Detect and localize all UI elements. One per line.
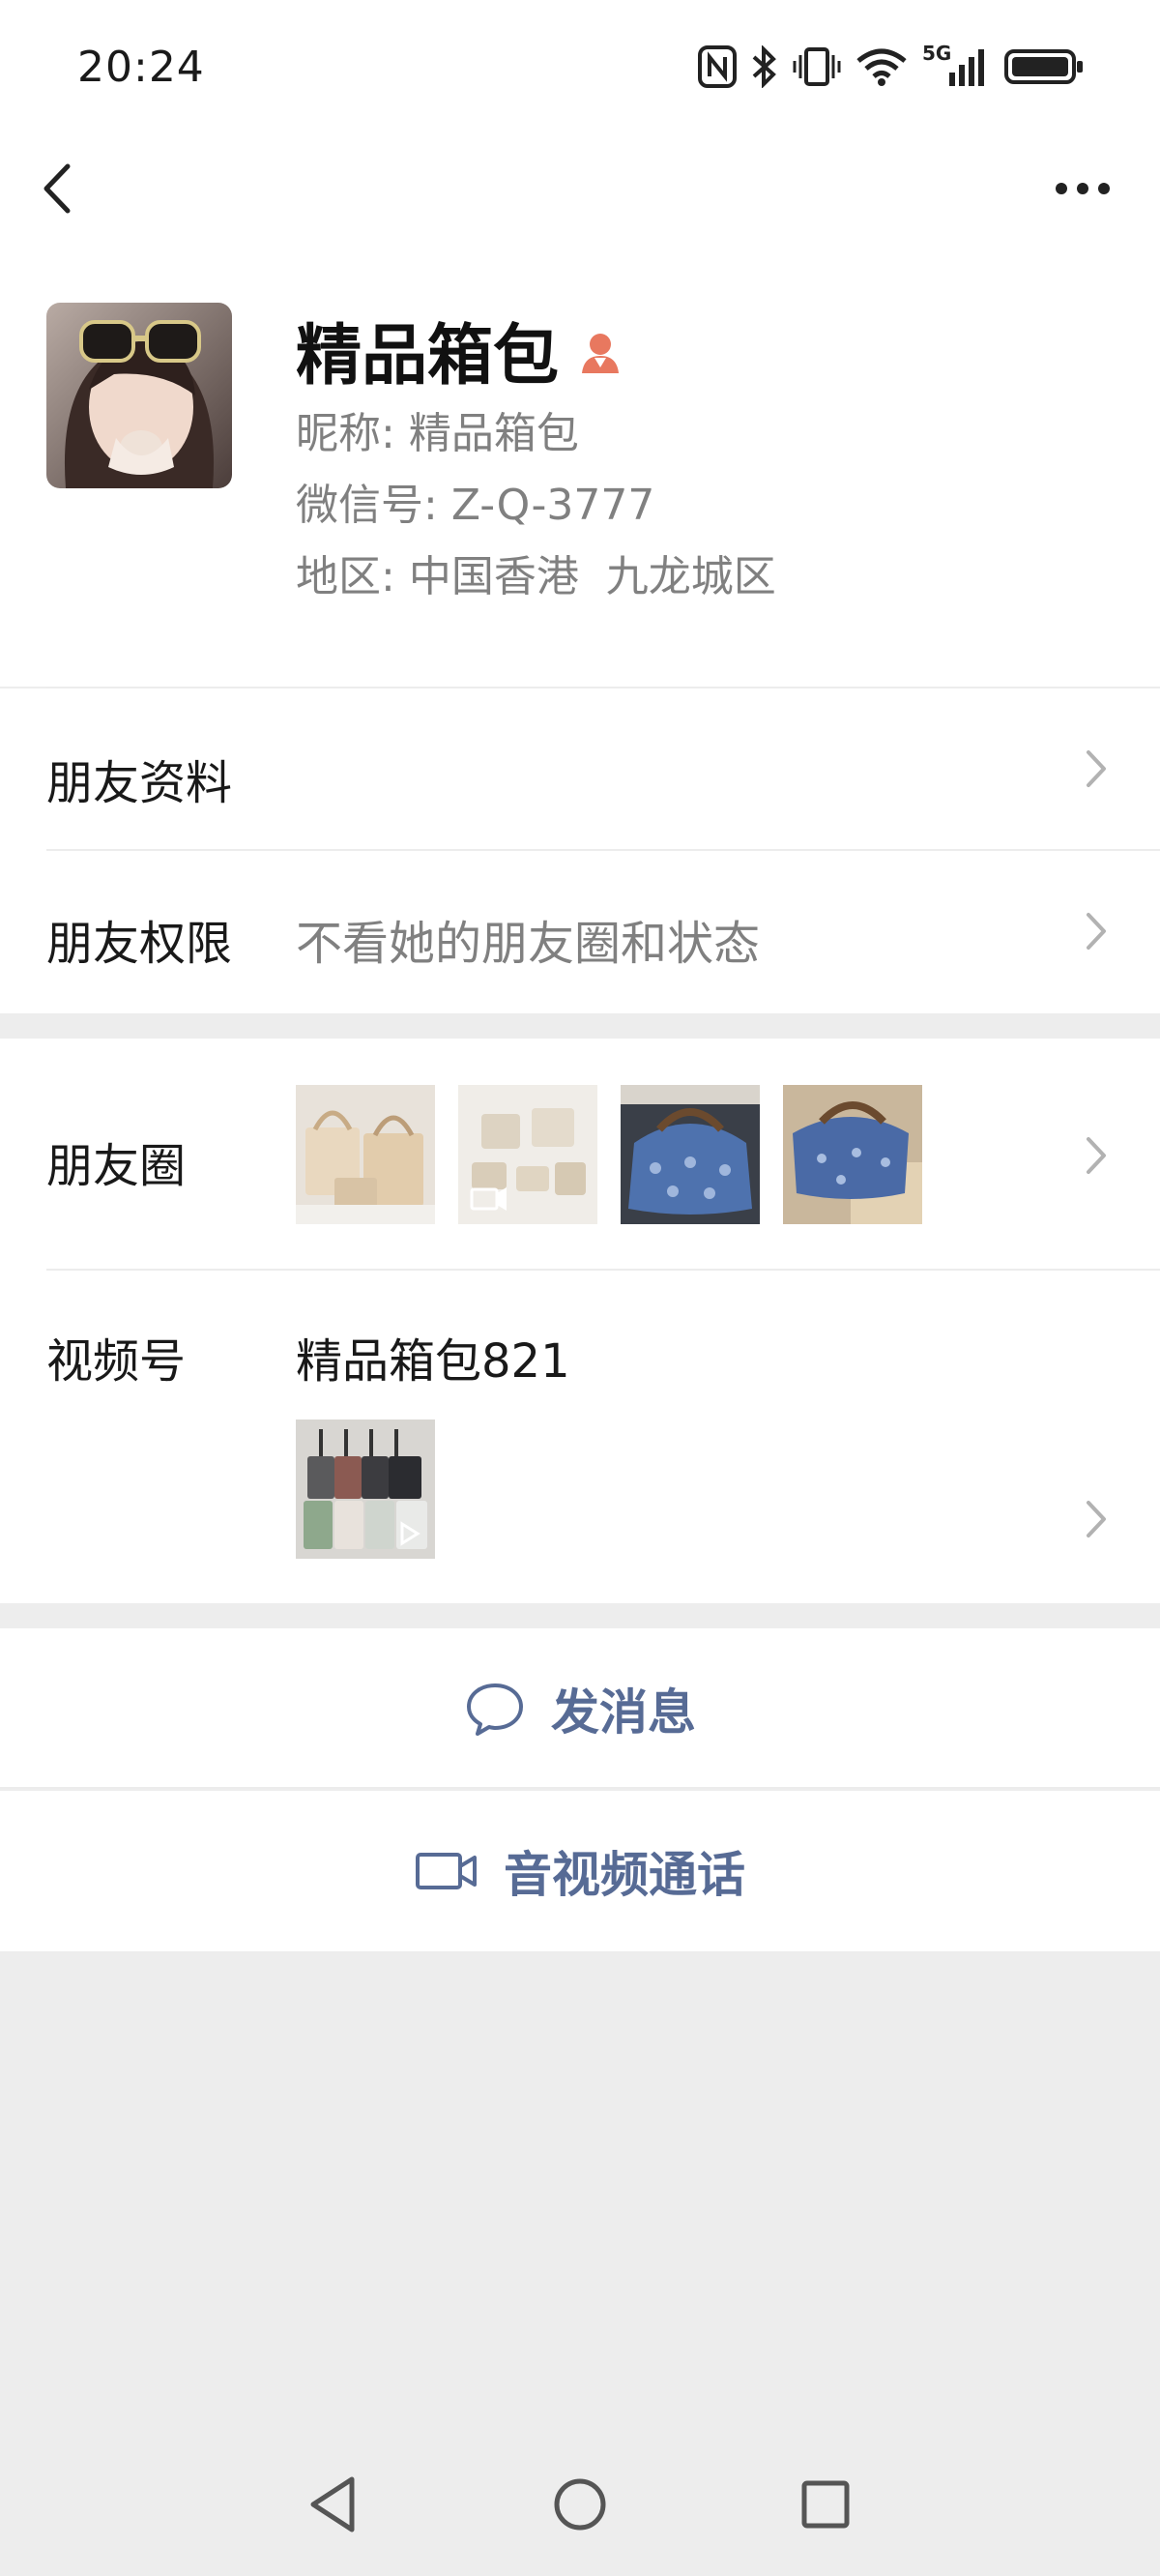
nfc-icon	[698, 45, 737, 88]
triangle-back-icon	[310, 2476, 355, 2532]
chevron-right-icon	[1087, 1501, 1106, 1537]
chevron-right-icon	[1087, 750, 1106, 787]
chevron-left-icon	[44, 163, 71, 214]
friend-permission-row[interactable]: 朋友权限 不看她的朋友圈和状态	[0, 851, 1160, 1013]
square-recents-icon	[801, 2480, 850, 2529]
chevron-right-icon	[1087, 1137, 1106, 1174]
send-message-button[interactable]: 发消息	[0, 1628, 1160, 1789]
more-button[interactable]	[1044, 155, 1121, 222]
chevron-right-icon	[1087, 913, 1106, 950]
friend-info-label: 朋友资料	[46, 756, 233, 810]
profile-name-row: 精品箱包	[296, 302, 624, 397]
channels-label: 视频号	[46, 1334, 187, 1389]
channels-thumbnail	[296, 1420, 435, 1559]
region-label: 地区:	[296, 552, 395, 601]
profile-name: 精品箱包	[296, 318, 560, 395]
avatar[interactable]	[46, 303, 232, 488]
moments-label: 朋友圈	[46, 1139, 187, 1193]
region-value: 中国香港 九龙城区	[408, 552, 776, 601]
channels-name: 精品箱包821	[296, 1334, 570, 1389]
system-navigation-bar	[0, 2456, 1160, 2572]
more-dots-icon	[1056, 183, 1110, 194]
nickname-value: 精品箱包	[408, 409, 579, 458]
moment-thumbnail	[783, 1085, 922, 1224]
bluetooth-icon	[752, 45, 776, 88]
back-button[interactable]	[29, 155, 97, 222]
nav-bar	[0, 135, 1160, 242]
status-bar: 20:24 5G	[0, 0, 1160, 135]
moment-thumbnail	[296, 1085, 435, 1224]
system-recents-button[interactable]	[787, 2466, 864, 2543]
wifi-icon	[856, 48, 907, 86]
friend-permission-label: 朋友权限	[46, 917, 233, 971]
friend-permission-value: 不看她的朋友圈和状态	[296, 917, 761, 971]
nickname-line: 昵称: 精品箱包	[296, 398, 579, 460]
send-message-label: 发消息	[551, 1684, 696, 1741]
channels-row[interactable]: 视频号 精品箱包821	[0, 1271, 1160, 1603]
wechat-id-label: 微信号:	[296, 481, 438, 530]
status-icons: 5G	[698, 42, 1085, 91]
wechat-id-value[interactable]: Z-Q-3777	[451, 481, 655, 530]
avatar-image	[46, 303, 232, 488]
wechat-id-line: 微信号: Z-Q-3777	[296, 470, 654, 532]
region-line: 地区: 中国香港 九龙城区	[296, 542, 776, 603]
female-icon	[582, 333, 620, 373]
battery-icon	[1004, 49, 1083, 84]
system-back-button[interactable]	[296, 2466, 373, 2543]
chat-bubble-icon	[467, 1683, 523, 1736]
moment-thumbnail	[621, 1085, 760, 1224]
moment-thumbnail	[458, 1085, 597, 1224]
video-camera-icon	[416, 1853, 477, 1889]
status-time: 20:24	[77, 43, 205, 92]
moments-row[interactable]: 朋友圈	[0, 1039, 1160, 1271]
vibrate-icon	[793, 47, 841, 86]
profile-header: 精品箱包 昵称: 精品箱包 微信号: Z-Q-3777 地区: 中国香港 九龙城…	[0, 242, 1160, 688]
circle-home-icon	[554, 2478, 606, 2531]
nickname-label: 昵称:	[296, 409, 395, 458]
video-call-label: 音视频通话	[504, 1847, 745, 1903]
signal-icon: 5G	[922, 42, 990, 88]
friend-info-row[interactable]: 朋友资料	[0, 688, 1160, 851]
divider	[0, 1787, 1160, 1789]
system-home-button[interactable]	[541, 2466, 619, 2543]
video-call-button[interactable]: 音视频通话	[0, 1791, 1160, 1951]
